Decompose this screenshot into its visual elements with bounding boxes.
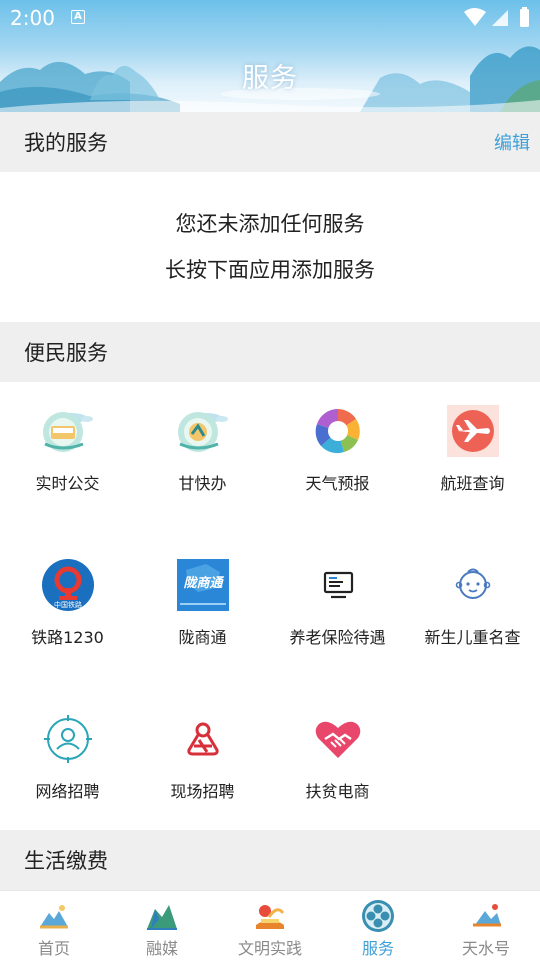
service-online-recruit[interactable]: 网络招聘	[0, 712, 135, 822]
status-icons	[464, 7, 529, 27]
convenience-title: 便民服务	[24, 341, 108, 365]
service-label: 养老保险待遇	[289, 628, 386, 647]
gankuaiban-icon	[178, 412, 228, 452]
service-label: 甘快办	[178, 474, 227, 493]
nav-label: 天水号	[461, 939, 510, 958]
service-icon	[362, 900, 394, 932]
service-label: 铁路1230	[31, 628, 104, 647]
convenience-header: 便民服务	[0, 322, 540, 382]
header-banner: 2:00 A 服务	[0, 0, 540, 112]
battery-icon	[520, 9, 529, 27]
railway-icon-text: 中国铁路	[54, 600, 82, 609]
status-time: 2:00	[10, 6, 55, 30]
home-icon	[40, 905, 68, 929]
status-bar: 2:00 A	[0, 0, 540, 36]
nav-media[interactable]: 融媒	[108, 891, 216, 960]
edit-button[interactable]: 编辑	[494, 129, 530, 155]
nav-label: 文明实践	[237, 939, 302, 958]
page-title: 服务	[242, 63, 298, 94]
baby-icon	[455, 568, 491, 599]
service-label: 实时公交	[35, 474, 100, 493]
bottom-nav: 首页 融媒 文明实践 服务 天水号	[0, 890, 540, 960]
service-railway[interactable]: 中国铁路 铁路1230	[0, 558, 135, 668]
airplane-icon	[447, 405, 499, 457]
monitor-icon	[323, 571, 354, 599]
service-label: 航班查询	[440, 474, 505, 493]
service-flight[interactable]: 航班查询	[405, 404, 540, 514]
empty-message-line2: 长按下面应用添加服务	[165, 258, 375, 282]
service-onsite-recruit[interactable]: 现场招聘	[135, 712, 270, 822]
nav-label: 服务	[361, 939, 394, 958]
life-payment-title: 生活缴费	[24, 849, 108, 873]
service-longshangtong[interactable]: 陇商通 陇商通	[135, 558, 270, 668]
longshangtong-icon: 陇商通	[177, 559, 229, 611]
nav-service[interactable]: 服务	[324, 891, 432, 960]
my-services-header: 我的服务 编辑	[0, 112, 540, 172]
job-logo-icon	[187, 722, 219, 756]
nav-civilization[interactable]: 文明实践	[216, 891, 324, 960]
service-gankuaiban[interactable]: 甘快办	[135, 404, 270, 514]
service-label: 现场招聘	[170, 782, 235, 801]
railway-icon: 中国铁路	[42, 559, 94, 611]
service-label: 天气预报	[305, 474, 370, 493]
service-bus[interactable]: 实时公交	[0, 404, 135, 514]
nav-tianshui[interactable]: 天水号	[432, 891, 540, 960]
wifi-icon	[464, 8, 486, 26]
notification-a-icon: A	[71, 10, 85, 24]
heart-handshake-icon	[315, 721, 361, 758]
service-label: 网络招聘	[35, 782, 100, 801]
civilization-icon	[256, 905, 285, 929]
service-label: 新生儿重名查	[424, 628, 521, 647]
service-label: 扶贫电商	[305, 782, 370, 801]
empty-message-line1: 您还未添加任何服务	[175, 212, 365, 236]
tianshui-icon	[473, 904, 501, 927]
service-weather[interactable]: 天气预报	[270, 404, 405, 514]
service-pension[interactable]: 养老保险待遇	[270, 558, 405, 668]
longshangtong-icon-text: 陇商通	[183, 575, 224, 591]
nav-label: 首页	[37, 939, 70, 958]
my-services-title: 我的服务	[24, 131, 108, 155]
media-icon	[147, 905, 177, 930]
nav-home[interactable]: 首页	[0, 891, 108, 960]
service-label: 陇商通	[178, 628, 227, 647]
service-newborn-name[interactable]: 新生儿重名查	[405, 558, 540, 668]
life-payment-header: 生活缴费	[0, 830, 540, 890]
bus-icon	[43, 412, 93, 452]
weather-icon	[315, 408, 360, 454]
signal-icon	[492, 10, 508, 26]
user-circle-icon	[44, 715, 92, 763]
service-poverty-ecommerce[interactable]: 扶贫电商	[270, 712, 405, 822]
nav-label: 融媒	[145, 939, 178, 958]
